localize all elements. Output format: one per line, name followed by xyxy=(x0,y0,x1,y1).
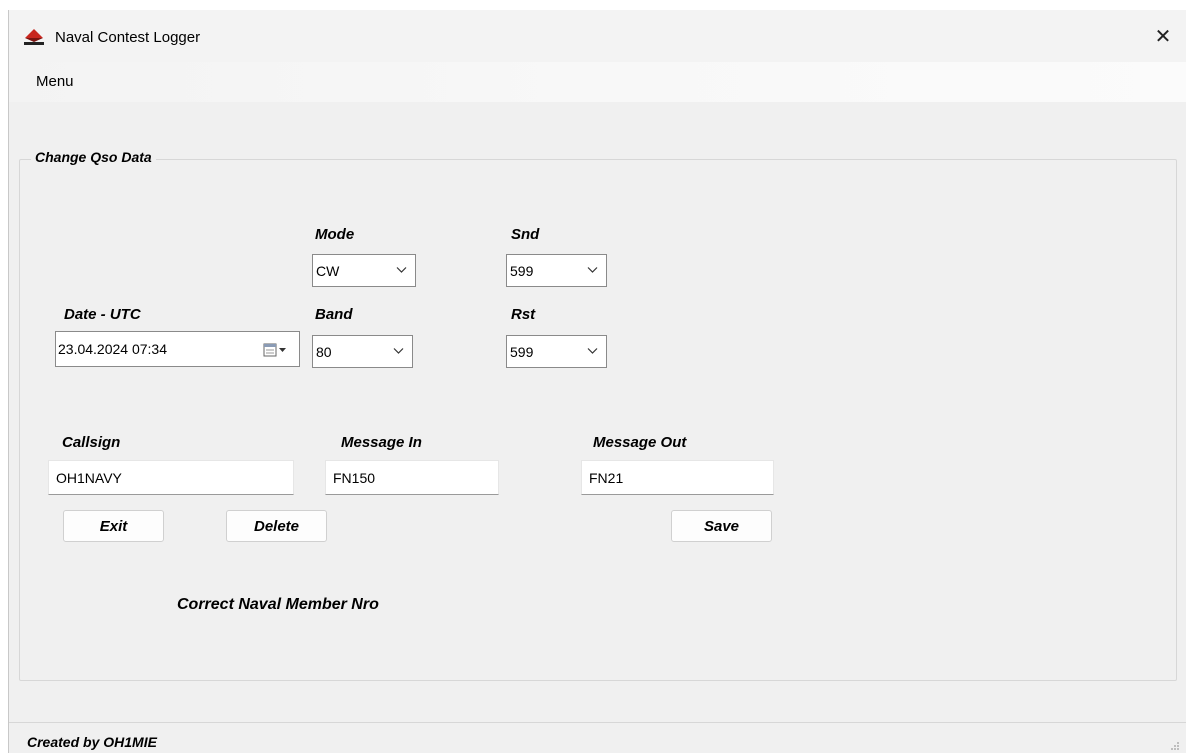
status-bar: Created by OH1MIE xyxy=(9,722,1186,753)
rst-select[interactable]: 599 xyxy=(506,335,607,368)
callsign-value: OH1NAVY xyxy=(56,469,122,486)
snd-select[interactable]: 599 xyxy=(506,254,607,287)
rst-label: Rst xyxy=(511,306,536,323)
chevron-down-icon xyxy=(396,267,407,273)
window-title: Naval Contest Logger xyxy=(55,29,201,46)
date-value: 23.04.2024 07:34 xyxy=(58,341,167,357)
message-in-value: FN150 xyxy=(333,469,376,486)
band-value: 80 xyxy=(316,343,332,360)
message-out-input[interactable]: FN21 xyxy=(581,460,774,495)
close-button[interactable]: ✕ xyxy=(1140,18,1186,54)
groupbox-title: Change Qso Data xyxy=(31,149,156,165)
callsign-label: Callsign xyxy=(62,434,121,451)
message-out-label: Message Out xyxy=(593,434,687,451)
menu-item-menu[interactable]: Menu xyxy=(34,71,76,92)
title-bar: Naval Contest Logger ✕ xyxy=(9,10,1186,62)
chevron-down-icon xyxy=(587,267,598,273)
rst-value: 599 xyxy=(510,343,534,360)
date-label: Date - UTC xyxy=(64,306,141,323)
info-message: Correct Naval Member Nro xyxy=(177,596,379,613)
message-out-value: FN21 xyxy=(589,469,624,486)
delete-button[interactable]: Delete xyxy=(226,510,327,542)
save-button[interactable]: Save xyxy=(671,510,772,542)
resize-grip-icon[interactable] xyxy=(1170,741,1180,751)
date-picker[interactable]: 23.04.2024 07:34 xyxy=(55,331,300,367)
status-text: Created by OH1MIE xyxy=(27,734,157,750)
mode-label: Mode xyxy=(315,226,355,243)
mode-value: CW xyxy=(316,262,340,279)
menu-bar: Menu xyxy=(9,62,1186,102)
chevron-down-icon xyxy=(393,348,404,354)
snd-label: Snd xyxy=(511,226,540,243)
exit-button[interactable]: Exit xyxy=(63,510,164,542)
chevron-down-icon xyxy=(587,348,598,354)
app-logo-icon xyxy=(24,29,44,45)
callsign-input[interactable]: OH1NAVY xyxy=(48,460,294,495)
mode-select[interactable]: CW xyxy=(312,254,416,287)
snd-value: 599 xyxy=(510,262,534,279)
message-in-label: Message In xyxy=(341,434,422,451)
band-select[interactable]: 80 xyxy=(312,335,413,368)
message-in-input[interactable]: FN150 xyxy=(325,460,499,495)
band-label: Band xyxy=(315,306,353,323)
app-window: Naval Contest Logger ✕ Menu Change Qso D… xyxy=(8,10,1186,753)
calendar-dropdown-icon[interactable] xyxy=(263,342,287,358)
